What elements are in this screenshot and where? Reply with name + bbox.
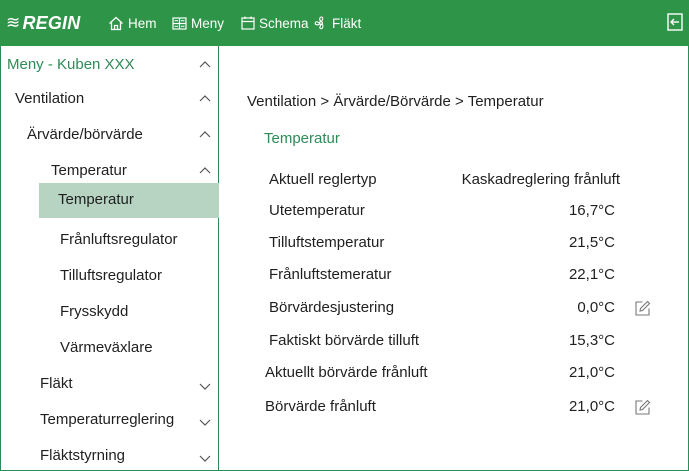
sidebar-item-temperature-control[interactable]: Temperaturreglering [0, 403, 219, 437]
row-value: 21,0°C [568, 398, 615, 415]
sidebar-item-label: Värmeväxlare [60, 339, 153, 356]
row-label: Frånluftstemeratur [269, 266, 392, 283]
sidebar-item-supply-regulator[interactable]: Tilluftsregulator [0, 259, 219, 293]
sidebar-item-label: Frysskydd [60, 303, 129, 320]
sidebar-item-fan-control[interactable]: Fläktstyrning [0, 439, 219, 471]
sidebar-item-label: Tilluftsregulator [60, 267, 162, 284]
sidebar-item-label: Temperatur [58, 191, 134, 208]
nav-menu-label: Meny [191, 15, 225, 31]
nav-schedule-label: Schema [259, 15, 309, 31]
sidebar-item-temperature[interactable]: Temperatur [0, 183, 219, 218]
chevron-up-icon [199, 61, 211, 68]
logout-icon [667, 13, 683, 31]
table-row: Utetemperatur 16,7°C [260, 198, 660, 224]
section-title: Temperatur [264, 130, 340, 147]
breadcrumb: Ventilation > Ärvärde/Börvärde > Tempera… [247, 93, 544, 110]
table-row: Aktuellt börvärde frånluft 21,0°C [260, 360, 660, 386]
nav-home[interactable]: Hem [108, 12, 157, 34]
chevron-down-icon [199, 455, 211, 462]
home-icon [108, 16, 124, 31]
sidebar-item-actual-setpoint[interactable]: Ärvärde/börvärde [0, 118, 219, 152]
table-row: Frånluftstemeratur 22,1°C [260, 262, 660, 288]
sidebar-item-label: Temperaturreglering [40, 411, 175, 428]
chevron-down-icon [199, 419, 211, 426]
chevron-down-icon [199, 383, 211, 390]
top-bar: ≋ REGIN Hem Meny Schema Fläkt [0, 0, 689, 46]
row-value: 16,7°C [568, 202, 615, 219]
chevron-up-icon [199, 167, 211, 174]
sidebar-item-menu-root[interactable]: Meny - Kuben XXX [0, 46, 219, 80]
row-value: 21,5°C [568, 234, 615, 251]
sidebar-item-label: Frånluftsregulator [60, 231, 178, 248]
row-label: Börvärdesjustering [269, 299, 395, 316]
nav-schedule[interactable]: Schema [241, 12, 309, 34]
nav-home-label: Hem [128, 15, 157, 31]
table-row: Faktiskt börvärde tilluft 15,3°C [260, 328, 660, 354]
row-label: Utetemperatur [269, 202, 365, 219]
regin-waves-icon: ≋ [6, 13, 21, 32]
row-label: Faktiskt börvärde tilluft [269, 332, 420, 349]
row-value: Kaskadreglering frånluft [461, 171, 620, 188]
grid-icon [172, 16, 187, 30]
table-row: Aktuell reglertyp Kaskadreglering frånlu… [260, 167, 660, 193]
table-row: Börvärde frånluft 21,0°C [260, 394, 660, 420]
row-value: 22,1°C [568, 266, 615, 283]
brand-logo[interactable]: ≋ REGIN [6, 12, 80, 34]
chevron-up-icon [199, 131, 211, 138]
row-value: 15,3°C [568, 332, 615, 349]
row-value: 21,0°C [568, 364, 615, 381]
chevron-up-icon [199, 95, 211, 102]
sidebar-item-label: Temperatur [51, 162, 127, 179]
logout-button[interactable] [665, 12, 685, 32]
sidebar-item-label: Ärvärde/börvärde [27, 126, 143, 143]
nav-fan-label: Fläkt [332, 15, 362, 31]
sidebar-item-label: Meny - Kuben XXX [7, 56, 135, 73]
row-label: Aktuellt börvärde frånluft [265, 364, 428, 381]
sidebar-item-label: Fläkt [40, 375, 73, 392]
fan-icon [314, 16, 328, 30]
edit-icon[interactable] [634, 299, 652, 317]
sidebar-item-exhaust-regulator[interactable]: Frånluftsregulator [0, 223, 219, 257]
calendar-icon [241, 16, 255, 30]
nav-fan[interactable]: Fläkt [314, 12, 361, 34]
sidebar-item-fan[interactable]: Fläkt [0, 367, 219, 401]
sidebar-item-label: Ventilation [15, 90, 85, 107]
row-value: 0,0°C [577, 299, 615, 316]
sidebar-item-frost-protection[interactable]: Frysskydd [0, 295, 219, 329]
edit-icon[interactable] [634, 398, 652, 416]
nav-menu[interactable]: Meny [172, 12, 224, 34]
row-label: Tilluftstemperatur [269, 234, 385, 251]
table-row: Börvärdesjustering 0,0°C [260, 295, 660, 321]
sidebar-item-label: Fläktstyrning [40, 447, 126, 464]
row-label: Aktuell reglertyp [269, 171, 377, 188]
brand-name: REGIN [22, 12, 81, 33]
sidebar-menu: Meny - Kuben XXX Ventilation Ärvärde/bör… [0, 46, 219, 471]
sidebar-item-heat-exchanger[interactable]: Värmeväxlare [0, 331, 219, 365]
table-row: Tilluftstemperatur 21,5°C [260, 230, 660, 256]
sidebar-item-ventilation[interactable]: Ventilation [0, 82, 219, 116]
row-label: Börvärde frånluft [265, 398, 376, 415]
